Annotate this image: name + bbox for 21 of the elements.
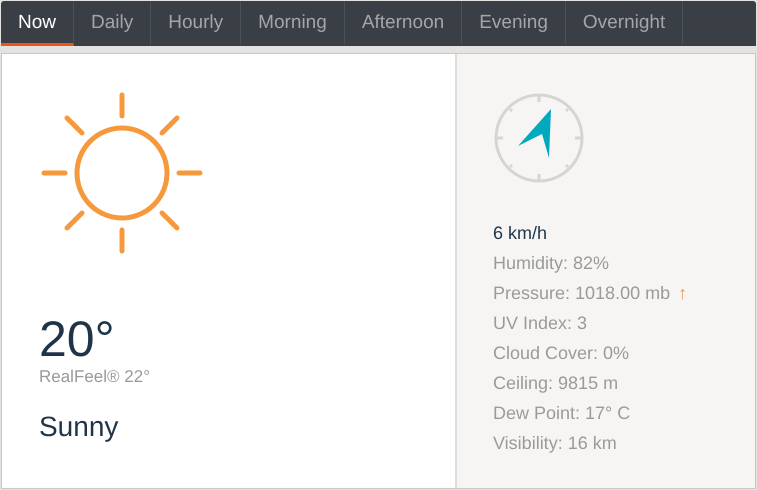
compass-icon — [493, 92, 585, 184]
sun-icon — [39, 90, 205, 256]
detail-text: Visibility: 16 km — [493, 432, 617, 455]
wind-speed: 6 km/h — [493, 222, 548, 245]
tab[interactable]: Evening — [462, 1, 566, 46]
detail-text: Cloud Cover: 0% — [493, 342, 630, 365]
detail-text: Humidity: 82% — [493, 252, 610, 275]
detail-text: UV Index: 3 — [493, 312, 588, 335]
detail-text: Dew Point: 17° C — [493, 402, 630, 425]
detail-text: Pressure: 1018.00 mb — [493, 282, 670, 305]
temperature: 20° — [39, 314, 116, 364]
tab[interactable]: Hourly — [151, 1, 242, 46]
tab[interactable]: Daily — [74, 1, 152, 46]
tab[interactable]: Morning — [241, 1, 345, 46]
realfeel-text: RealFeel® 22° — [39, 366, 151, 388]
detail-text: Ceiling: 9815 m — [493, 372, 618, 395]
tab[interactable]: Afternoon — [344, 1, 462, 46]
tab[interactable]: Overnight — [566, 1, 684, 46]
condition-text: Sunny — [39, 410, 120, 444]
trend-arrow: ↑ — [678, 282, 688, 305]
tab[interactable]: Now — [1, 1, 74, 46]
